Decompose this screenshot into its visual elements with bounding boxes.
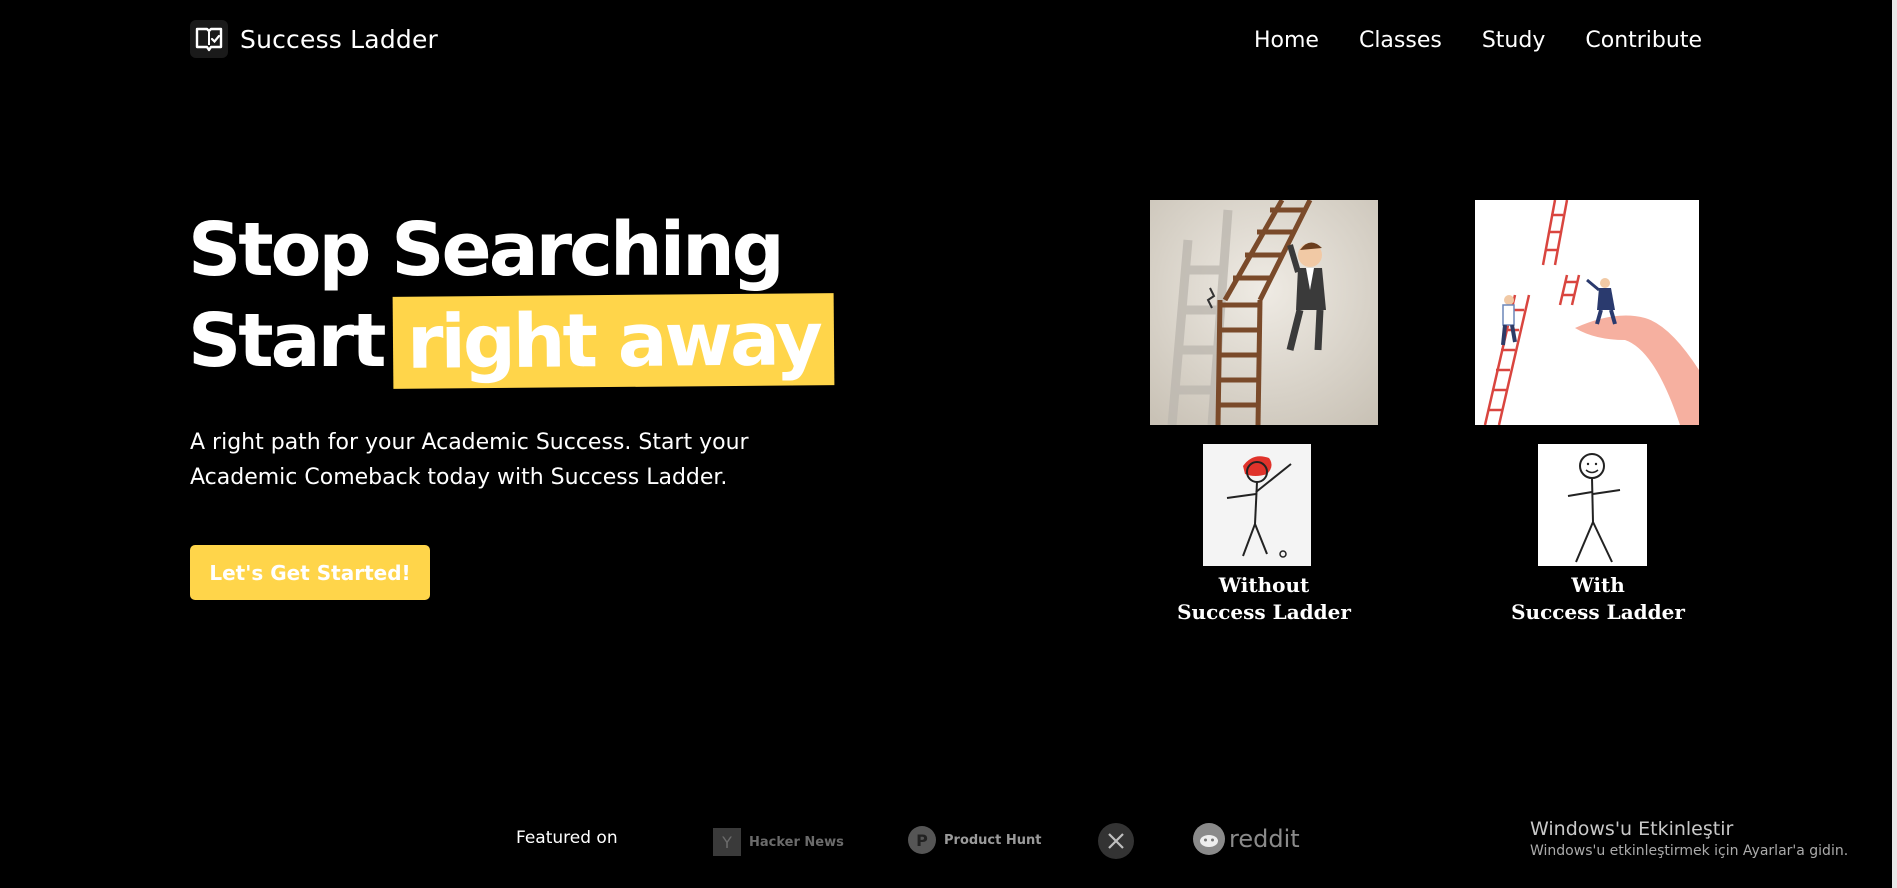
reddit-icon (1193, 823, 1225, 855)
nav-contribute-link[interactable]: Contribute (1585, 28, 1702, 53)
reddit-brand[interactable]: reddit (1193, 823, 1300, 855)
x-brand[interactable] (1098, 823, 1134, 859)
hero-title-line-1: Stop Searching (188, 207, 785, 293)
hero-subtitle: A right path for your Academic Success. … (190, 430, 749, 490)
reddit-label: reddit (1229, 825, 1300, 853)
nav-home-link[interactable]: Home (1254, 28, 1319, 53)
nav-classes-link[interactable]: Classes (1359, 28, 1442, 53)
windows-activation-notice: Windows'u Etkinleştir Windows'u etkinleş… (1530, 818, 1848, 859)
get-started-button[interactable]: Let's Get Started! (190, 545, 430, 600)
stick-figure-without-illustration (1203, 444, 1311, 566)
hero-title: Stop Searching Start right away (188, 205, 835, 389)
brand-name: Success Ladder (240, 24, 439, 54)
scrollbar[interactable] (1892, 0, 1897, 888)
windows-activation-title: Windows'u Etkinleştir (1530, 818, 1734, 840)
without-caption: Without Success Ladder (1156, 572, 1372, 626)
product-hunt-brand[interactable]: P Product Hunt (908, 826, 1041, 854)
top-nav: Success Ladder Home Classes Study Contri… (0, 0, 1890, 84)
x-logo-icon (1098, 823, 1134, 859)
hero-title-prefix: Start (188, 298, 386, 384)
featured-on-label: Featured on (516, 828, 618, 848)
with-caption-line-1: With (1571, 573, 1625, 597)
with-caption: With Success Ladder (1490, 572, 1706, 626)
hero-title-line-2: Start right away (188, 293, 835, 389)
hacker-news-brand[interactable]: Y Hacker News (713, 828, 844, 856)
hacker-news-label: Hacker News (749, 834, 844, 850)
with-caption-line-2: Success Ladder (1511, 600, 1685, 624)
book-check-icon (190, 20, 228, 58)
nav-study-link[interactable]: Study (1482, 28, 1546, 53)
brand-logo-link[interactable]: Success Ladder (190, 20, 438, 58)
windows-activation-subtitle: Windows'u etkinleştirmek için Ayarlar'a … (1530, 843, 1849, 859)
without-caption-line-1: Without (1218, 573, 1310, 597)
broken-ladder-illustration (1150, 200, 1378, 425)
product-hunt-icon: P (908, 826, 936, 854)
hacker-news-icon: Y (713, 828, 741, 856)
product-hunt-label: Product Hunt (944, 832, 1042, 848)
stick-figure-with-illustration (1538, 444, 1647, 566)
hero-title-highlight: right away (393, 293, 835, 389)
helping-hand-ladder-illustration (1475, 200, 1699, 425)
without-caption-line-2: Success Ladder (1177, 600, 1351, 624)
nav-menu: Home Classes Study Contribute (1254, 28, 1702, 53)
